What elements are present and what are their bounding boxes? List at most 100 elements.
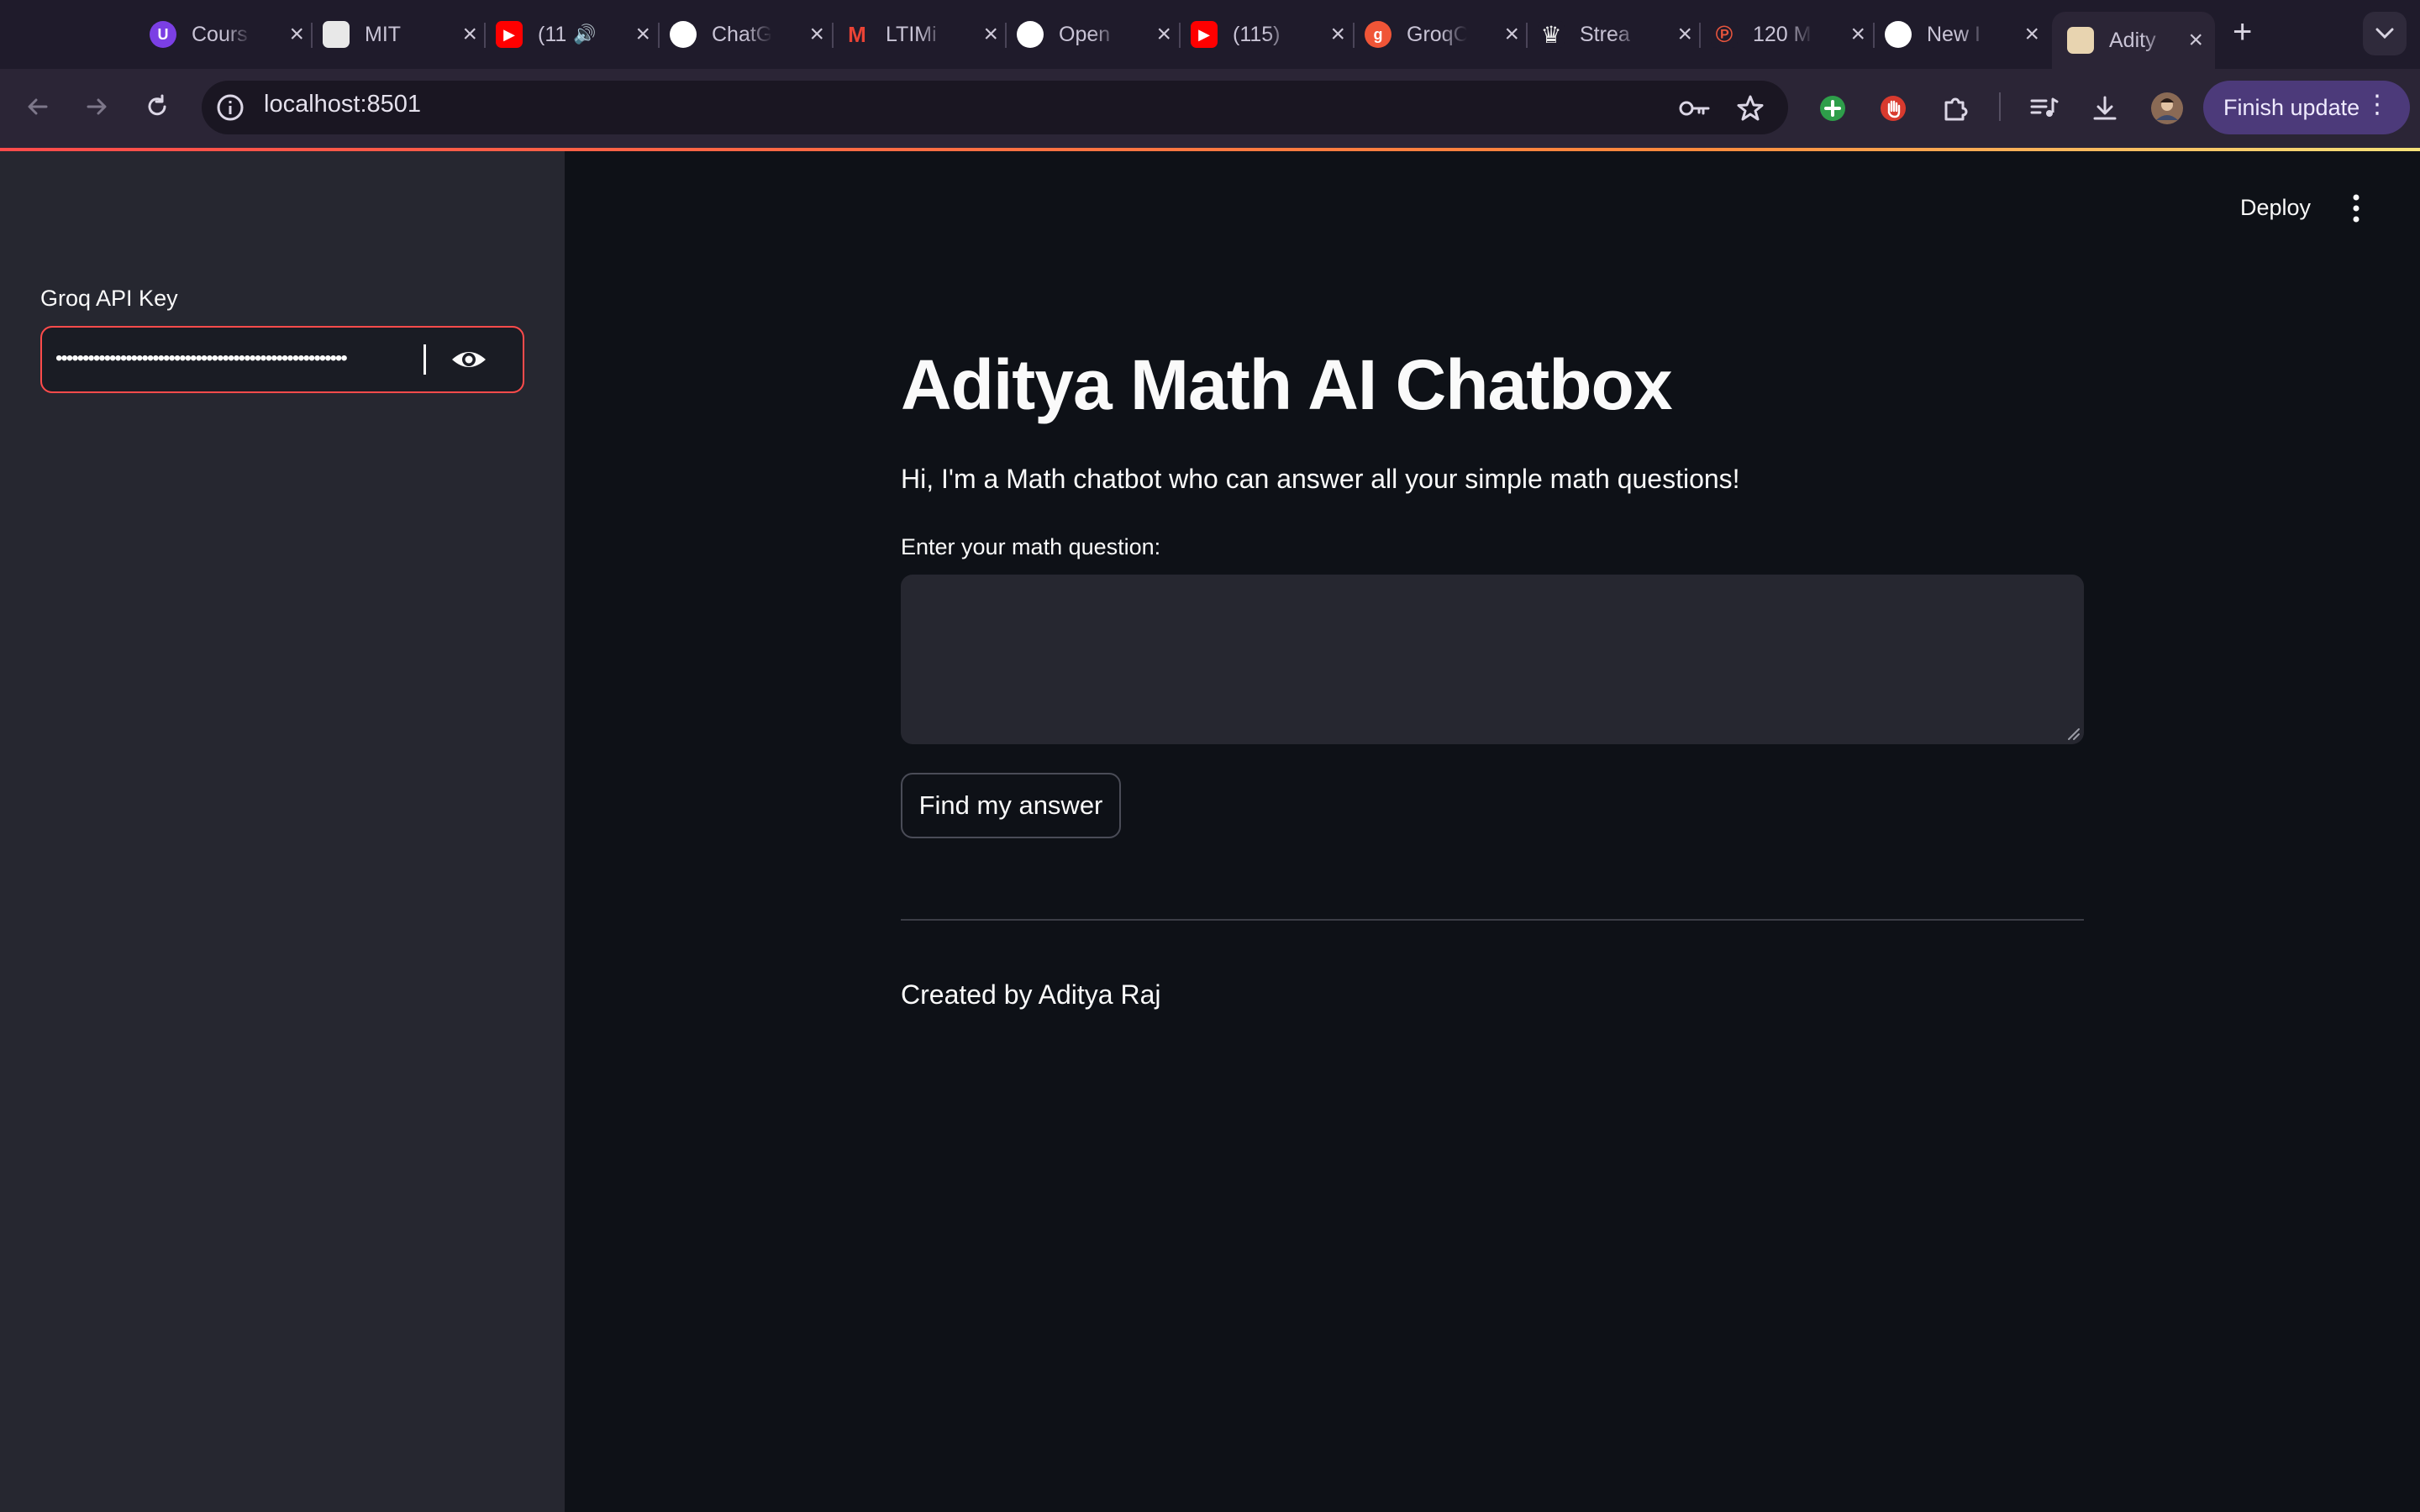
pinterest-icon: ℗ bbox=[1711, 21, 1738, 48]
university-icon: U bbox=[150, 21, 176, 48]
github-icon bbox=[1885, 21, 1912, 48]
tab-11[interactable]: Adity × bbox=[2052, 12, 2215, 69]
password-key-button[interactable] bbox=[1676, 89, 1714, 128]
more-vertical-icon bbox=[2353, 194, 2360, 223]
more-vertical-icon: ⋮ bbox=[2365, 91, 2390, 118]
plus-circle-icon bbox=[1820, 96, 1845, 121]
close-icon[interactable]: × bbox=[1677, 22, 1692, 47]
bookmark-button[interactable] bbox=[1731, 89, 1770, 128]
star-icon bbox=[1737, 95, 1764, 121]
tab-separator bbox=[1353, 23, 1355, 48]
puzzle-icon bbox=[1944, 97, 1968, 121]
tab-separator bbox=[832, 23, 834, 48]
text-caret bbox=[424, 344, 426, 375]
tab-7[interactable]: g GroqC × bbox=[1365, 12, 1519, 57]
tab-separator bbox=[658, 23, 660, 48]
close-icon[interactable]: × bbox=[2188, 28, 2203, 53]
tab-5[interactable]: Open × bbox=[1017, 12, 1171, 57]
question-label: Enter your math question: bbox=[901, 534, 1161, 559]
tab-9[interactable]: ℗ 120 M × bbox=[1711, 12, 1865, 57]
chevron-down-icon bbox=[2375, 28, 2394, 39]
url-text[interactable]: localhost:8501 bbox=[264, 91, 421, 118]
tab-3[interactable]: ChatG × bbox=[670, 12, 824, 57]
extension-plus-button[interactable] bbox=[1813, 89, 1852, 128]
tab-title: MIT bbox=[365, 22, 402, 46]
tab-search-button[interactable] bbox=[2363, 12, 2407, 55]
tab-title: 120 M bbox=[1753, 22, 1812, 46]
streamlit-icon bbox=[2067, 27, 2094, 54]
close-icon[interactable]: × bbox=[635, 22, 650, 47]
tab-title: LTIMi bbox=[886, 22, 937, 46]
hand-stop-icon bbox=[1881, 96, 1906, 121]
tab-10[interactable]: New I × bbox=[1885, 12, 2039, 57]
math-question-input[interactable] bbox=[901, 575, 2084, 744]
deploy-button[interactable]: Deploy bbox=[2240, 195, 2311, 221]
extension-stop-button[interactable] bbox=[1874, 89, 1912, 128]
eye-icon bbox=[452, 352, 486, 367]
playlist-music-icon bbox=[2030, 97, 2059, 117]
groq-icon: g bbox=[1365, 21, 1392, 48]
tab-2[interactable]: ▶ (11 🔊 × bbox=[496, 12, 650, 57]
tab-separator bbox=[1526, 23, 1528, 48]
tab-title: GroqC bbox=[1407, 22, 1467, 46]
close-icon[interactable]: × bbox=[2024, 22, 2039, 47]
download-icon bbox=[2093, 96, 2117, 120]
speaker-icon[interactable]: 🔊 bbox=[573, 24, 596, 45]
media-control-button[interactable] bbox=[2025, 89, 2064, 128]
avatar-icon bbox=[2151, 92, 2183, 124]
back-button[interactable] bbox=[18, 87, 57, 126]
key-icon bbox=[1679, 101, 1710, 116]
api-key-label: Groq API Key bbox=[40, 286, 178, 311]
tab-8[interactable]: ♛ Strea × bbox=[1538, 12, 1692, 57]
arrow-left-icon bbox=[28, 98, 48, 115]
profile-avatar[interactable] bbox=[2148, 89, 2186, 128]
reload-button[interactable] bbox=[138, 87, 176, 126]
youtube-icon: ▶ bbox=[1191, 21, 1218, 48]
close-icon[interactable]: × bbox=[1330, 22, 1345, 47]
close-icon[interactable]: × bbox=[462, 22, 477, 47]
new-tab-button[interactable]: + bbox=[2233, 15, 2252, 49]
tab-title: Adity bbox=[2109, 28, 2156, 52]
tab-separator bbox=[1873, 23, 1875, 48]
tab-separator bbox=[1005, 23, 1007, 48]
api-key-masked-value[interactable]: ••••••••••••••••••••••••••••••••••••••••… bbox=[55, 346, 425, 371]
main-menu-button[interactable] bbox=[2341, 190, 2371, 227]
show-password-button[interactable] bbox=[449, 343, 489, 376]
tab-separator bbox=[1699, 23, 1701, 48]
close-icon[interactable]: × bbox=[1156, 22, 1171, 47]
tab-separator bbox=[484, 23, 486, 48]
tab-title: ChatG bbox=[712, 22, 772, 46]
tab-0[interactable]: U Cours × bbox=[150, 12, 304, 57]
close-icon[interactable]: × bbox=[289, 22, 304, 47]
downloads-button[interactable] bbox=[2086, 89, 2124, 128]
address-bar[interactable] bbox=[202, 81, 1788, 134]
tab-1[interactable]: MIT × bbox=[323, 12, 477, 57]
tab-4[interactable]: M LTIMi × bbox=[844, 12, 998, 57]
mit-logo-icon bbox=[323, 21, 350, 48]
close-icon[interactable]: × bbox=[1850, 22, 1865, 47]
footer-credit: Created by Aditya Raj bbox=[901, 979, 1161, 1010]
divider bbox=[901, 919, 2084, 921]
crown-icon: ♛ bbox=[1538, 21, 1565, 48]
close-icon[interactable]: × bbox=[983, 22, 998, 47]
browser-window: U Cours × MIT × ▶ (11 🔊 × ChatG × M LTIMi × Open × ▶ (115… bbox=[0, 0, 2420, 1512]
resize-handle-icon[interactable] bbox=[2065, 726, 2081, 741]
close-icon[interactable]: × bbox=[809, 22, 824, 47]
finish-update-label: Finish update bbox=[2223, 94, 2360, 120]
tab-title: Open bbox=[1059, 22, 1111, 46]
gmail-icon: M bbox=[848, 21, 866, 47]
find-answer-button[interactable]: Find my answer bbox=[901, 773, 1121, 838]
extensions-button[interactable] bbox=[1936, 89, 1975, 128]
youtube-icon: ▶ bbox=[496, 21, 523, 48]
forward-button[interactable] bbox=[77, 87, 116, 126]
tab-6[interactable]: ▶ (115) × bbox=[1191, 12, 1345, 57]
tab-separator bbox=[1179, 23, 1181, 48]
tab-title: Cours bbox=[192, 22, 248, 46]
github-icon bbox=[1017, 21, 1044, 48]
tab-title: Strea bbox=[1580, 22, 1630, 46]
toolbar-separator bbox=[1999, 92, 2001, 121]
reload-icon bbox=[148, 94, 166, 116]
finish-update-button[interactable]: Finish update ⋮ bbox=[2203, 81, 2410, 134]
close-icon[interactable]: × bbox=[1504, 22, 1519, 47]
site-info-icon[interactable] bbox=[215, 92, 245, 127]
